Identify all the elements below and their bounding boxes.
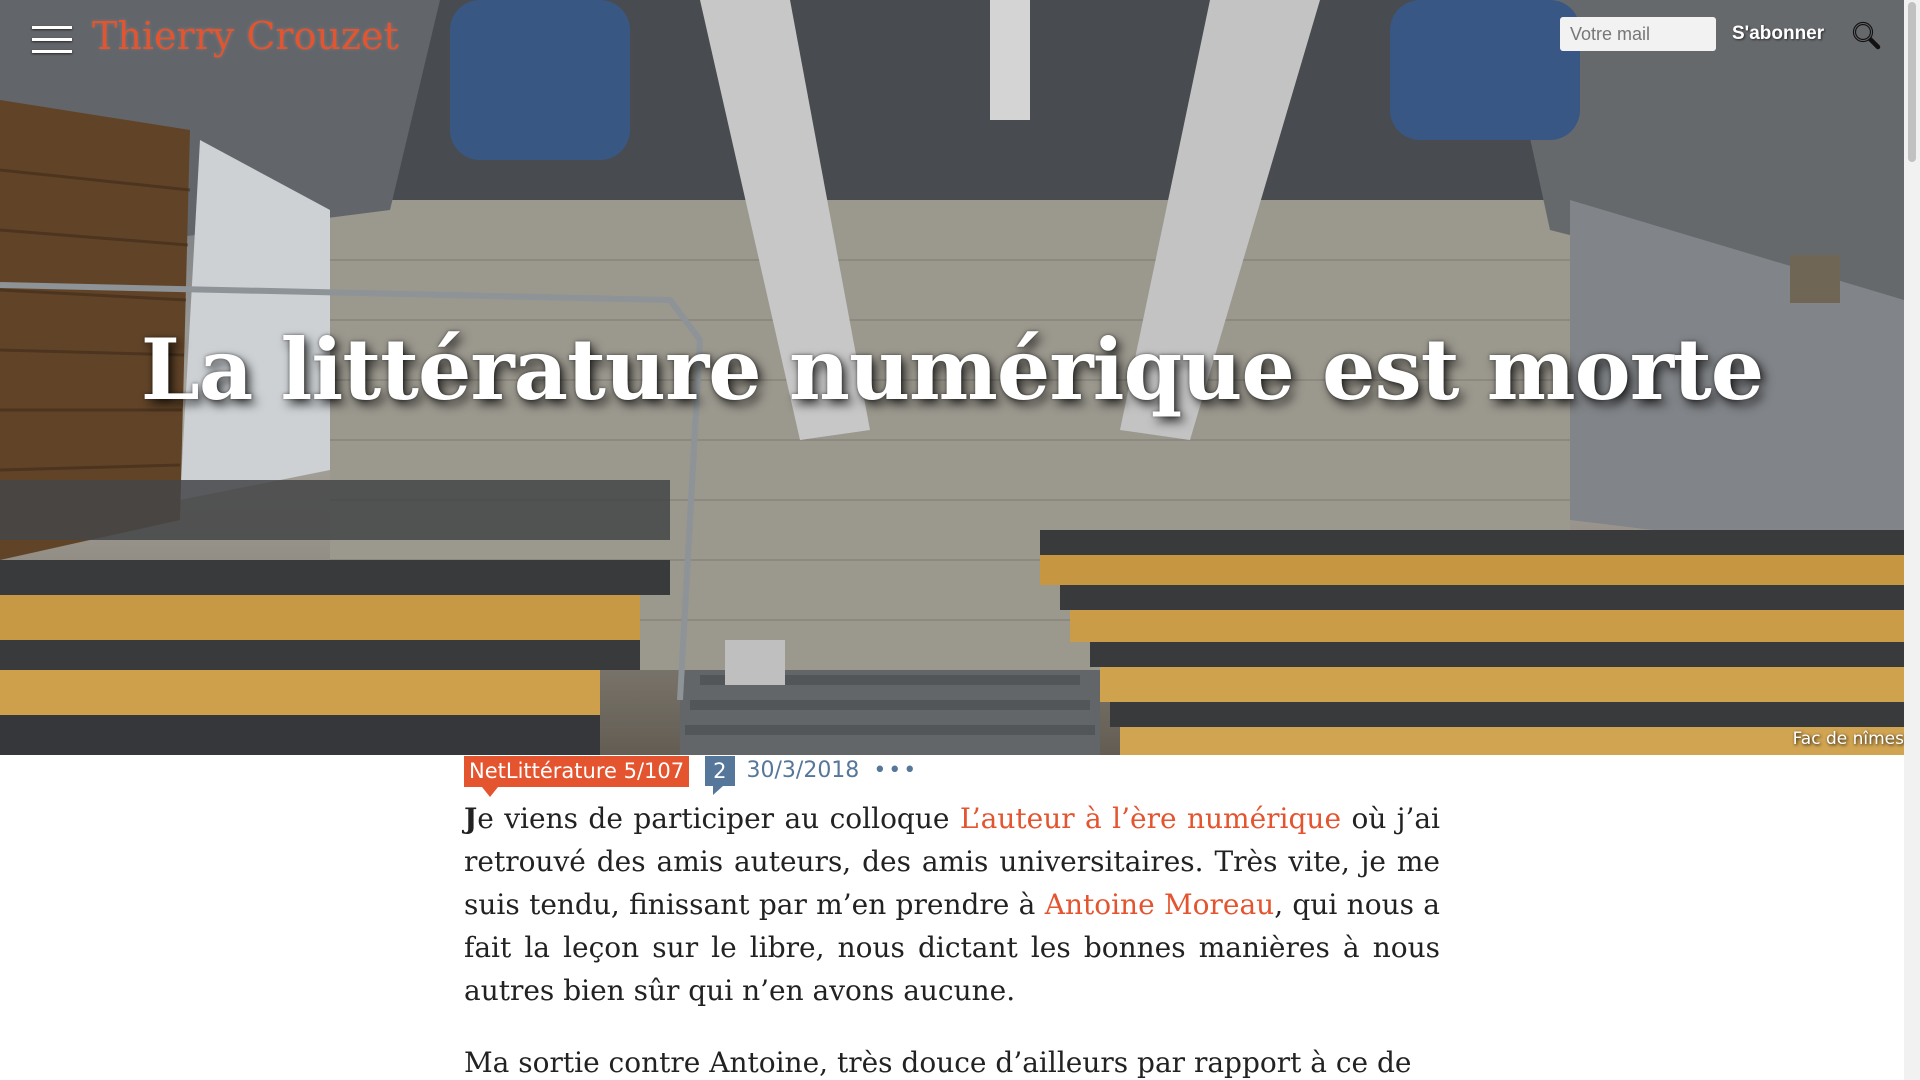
subscribe-form: S'abonner xyxy=(1560,17,1830,51)
hamburger-menu-icon[interactable] xyxy=(32,26,74,56)
scrollbar-thumb[interactable] xyxy=(1908,2,1916,162)
category-tag[interactable]: NetLittérature 5/107 xyxy=(464,756,690,797)
paragraph: Je viens de participer au colloque L’aut… xyxy=(464,797,1440,1012)
photo-caption: Fac de nîmes xyxy=(1792,729,1904,749)
email-input[interactable] xyxy=(1560,17,1716,51)
comment-count-badge[interactable]: 2 xyxy=(705,756,735,795)
search-icon[interactable] xyxy=(1851,20,1881,50)
link-colloque[interactable]: L’auteur à l’ère numérique xyxy=(960,802,1341,835)
dropcap: J xyxy=(464,802,478,835)
more-options-icon[interactable]: ••• xyxy=(873,756,918,786)
page-scrollbar[interactable] xyxy=(1904,0,1920,1080)
post-meta: NetLittérature 5/107 2 30/3/2018 ••• xyxy=(464,756,918,797)
paragraph: Ma sortie contre Antoine, très douce d’a… xyxy=(464,1041,1440,1080)
paragraph-text: e viens de participer au colloque xyxy=(477,802,960,835)
article-body: Je viens de participer au colloque L’aut… xyxy=(464,797,1440,1080)
link-antoine-moreau[interactable]: Antoine Moreau xyxy=(1045,888,1274,921)
post-date: 30/3/2018 xyxy=(746,758,860,783)
subscribe-button[interactable]: S'abonner xyxy=(1726,22,1830,46)
hero-image: La littérature numérique est morte Fac d… xyxy=(0,0,1904,755)
article-title: La littérature numérique est morte xyxy=(140,320,1764,419)
site-title-link[interactable]: Thierry Crouzet xyxy=(92,14,399,58)
paragraph-text: Ma sortie contre Antoine, très douce d’a… xyxy=(464,1046,1412,1079)
page: La littérature numérique est morte Fac d… xyxy=(0,0,1920,1080)
